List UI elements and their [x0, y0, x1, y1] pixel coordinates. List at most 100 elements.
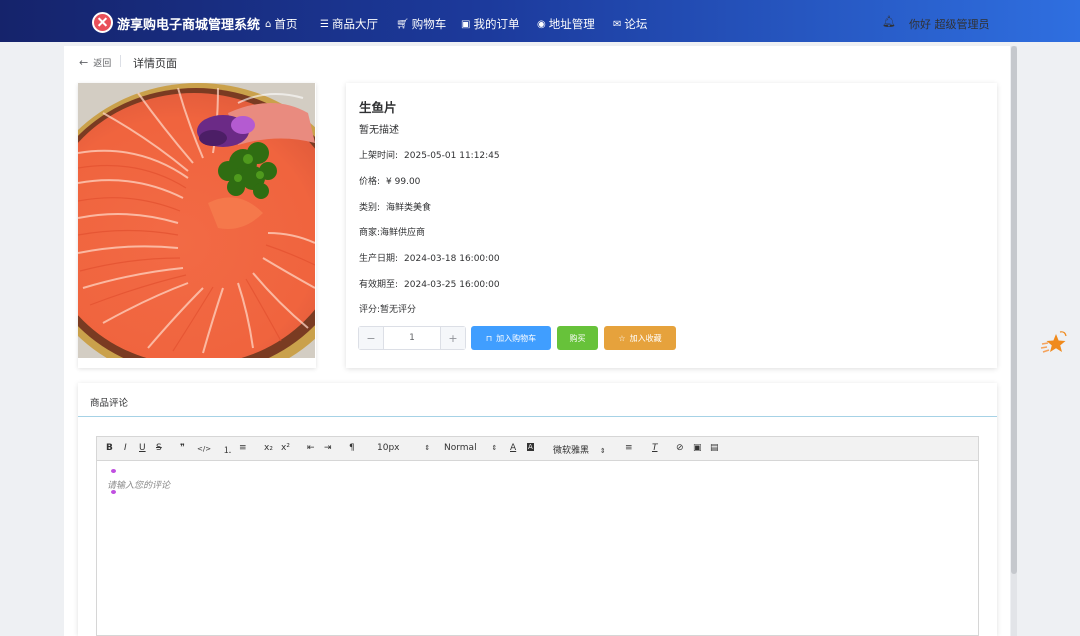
- breadcrumb-divider: [120, 55, 121, 67]
- add-to-favorites-button[interactable]: ☆ 加入收藏: [604, 326, 676, 350]
- image-icon[interactable]: ▣: [693, 443, 702, 453]
- field-value: ¥ 99.00: [386, 177, 421, 187]
- bullet-list-button[interactable]: ≡: [239, 443, 247, 453]
- field-expiry-date: 有效期至: 2024-03-25 16:00:00: [359, 277, 500, 290]
- field-value: 2024-03-18 16:00:00: [404, 254, 500, 264]
- field-label: 生产日期:: [359, 254, 399, 264]
- field-label: 评分:: [359, 305, 381, 315]
- logo-icon[interactable]: [92, 12, 113, 33]
- favorite-star-icon[interactable]: [1040, 330, 1068, 358]
- scrollbar-thumb[interactable]: [1011, 46, 1017, 574]
- nav-label: 我的订单: [473, 17, 520, 31]
- video-icon[interactable]: ▤: [710, 443, 719, 453]
- back-label: 返回: [93, 59, 112, 69]
- product-description: 暂无描述: [359, 125, 399, 136]
- nav-label: 商品大厅: [331, 17, 378, 31]
- decrement-button[interactable]: −: [359, 327, 383, 349]
- nav-label: 首页: [274, 17, 298, 31]
- field-label: 价格:: [359, 177, 381, 187]
- font-size-select[interactable]: 10px ⇕: [377, 443, 430, 453]
- comment-editor[interactable]: [96, 436, 979, 636]
- field-production-date: 生产日期: 2024-03-18 16:00:00: [359, 251, 500, 264]
- nav-orders[interactable]: ▣ 我的订单: [461, 16, 519, 32]
- cart-icon: 🛒︎: [396, 18, 409, 30]
- select-value: 10px: [377, 443, 400, 453]
- field-label: 有效期至:: [359, 280, 399, 290]
- comments-title: 商品评论: [90, 398, 129, 409]
- star-icon: ☆: [618, 333, 626, 343]
- code-button[interactable]: </>: [197, 445, 211, 453]
- orders-icon: ▣: [461, 18, 471, 30]
- outdent-button[interactable]: ⇤: [307, 443, 315, 453]
- product-name: 生鱼片: [359, 100, 397, 115]
- blockquote-button[interactable]: ❞: [180, 443, 185, 453]
- chevron-down-icon: ⇕: [491, 444, 498, 452]
- button-label: 购买: [569, 333, 586, 343]
- clear-format-icon[interactable]: T: [652, 443, 658, 453]
- button-label: 加入收藏: [629, 333, 662, 343]
- field-value: 暂无评分: [380, 305, 417, 315]
- nav-label: 论坛: [624, 17, 648, 31]
- mail-icon: ✉: [613, 18, 622, 30]
- list-icon: ☰: [320, 18, 329, 30]
- strike-button[interactable]: S: [156, 443, 162, 453]
- add-to-cart-button[interactable]: ⊓ 加入购物车: [471, 326, 551, 350]
- chevron-down-icon: ⇕: [599, 447, 606, 455]
- field-label: 商家:: [359, 228, 381, 238]
- nav-label: 购物车: [411, 17, 447, 31]
- arrow-left-icon: ←: [79, 56, 89, 69]
- nav-forum[interactable]: ✉ 论坛: [613, 16, 647, 32]
- field-label: 类别:: [359, 203, 381, 213]
- font-color-icon[interactable]: A: [510, 443, 516, 453]
- bold-button[interactable]: B: [106, 443, 113, 453]
- field-value: 海鲜类美食: [386, 203, 432, 213]
- bell-icon[interactable]: 🔔︎: [882, 15, 896, 28]
- field-price: 价格: ¥ 99.00: [359, 174, 420, 187]
- quantity-stepper: − 1 +: [358, 326, 466, 350]
- superscript-button[interactable]: x²: [281, 443, 290, 453]
- cursor-handle-top: [111, 469, 116, 473]
- field-value: 2024-03-25 16:00:00: [404, 280, 500, 290]
- page-title: 详情页面: [133, 57, 177, 70]
- cursor-handle-bottom: [111, 490, 116, 494]
- button-label: 加入购物车: [496, 333, 537, 343]
- font-family-select[interactable]: 微软雅黑 ⇕: [553, 443, 606, 456]
- back-button[interactable]: ← 返回: [79, 56, 111, 69]
- user-greeting[interactable]: 你好 超级管理员: [909, 16, 990, 32]
- bag-icon: ⊓: [485, 333, 493, 343]
- quantity-input[interactable]: 1: [383, 327, 441, 349]
- text-direction-button[interactable]: ¶: [349, 443, 355, 453]
- link-icon[interactable]: ⊘: [676, 443, 684, 453]
- subscript-button[interactable]: x₂: [264, 443, 273, 453]
- italic-button[interactable]: I: [124, 443, 127, 453]
- field-category: 类别: 海鲜类美食: [359, 200, 431, 213]
- comment-placeholder[interactable]: 请输入您的评论: [107, 478, 170, 491]
- field-listing-time: 上架时间: 2025-05-01 11:12:45: [359, 148, 500, 161]
- header-select[interactable]: Normal ⇕: [444, 443, 497, 453]
- location-icon: ◉: [537, 18, 546, 30]
- ordered-list-button[interactable]: ⒈: [223, 443, 232, 456]
- buy-button[interactable]: 购买: [557, 326, 598, 350]
- align-icon[interactable]: ≡: [625, 443, 633, 453]
- nav-label: 地址管理: [548, 17, 595, 31]
- nav-address[interactable]: ◉ 地址管理: [537, 16, 595, 32]
- underline-button[interactable]: U: [139, 443, 146, 453]
- field-value: 2025-05-01 11:12:45: [404, 151, 500, 161]
- increment-button[interactable]: +: [441, 327, 465, 349]
- nav-cart[interactable]: 🛒︎ 购物车: [396, 16, 446, 32]
- brand-title[interactable]: 游享购电子商城管理系统: [117, 14, 260, 33]
- home-icon: ⌂: [265, 18, 272, 30]
- field-label: 上架时间:: [359, 151, 399, 161]
- select-value: 微软雅黑: [553, 446, 590, 456]
- field-value: 海鲜供应商: [380, 228, 426, 238]
- background-color-icon[interactable]: A: [527, 443, 534, 451]
- field-merchant: 商家:海鲜供应商: [359, 225, 425, 238]
- nav-home[interactable]: ⌂ 首页: [265, 16, 297, 32]
- product-image: [78, 83, 315, 358]
- comments-divider: [78, 416, 997, 417]
- select-value: Normal: [444, 443, 477, 453]
- field-rating: 评分:暂无评分: [359, 302, 416, 315]
- indent-button[interactable]: ⇥: [324, 443, 332, 453]
- nav-goods-hall[interactable]: ☰ 商品大厅: [320, 16, 378, 32]
- chevron-down-icon: ⇕: [424, 444, 431, 452]
